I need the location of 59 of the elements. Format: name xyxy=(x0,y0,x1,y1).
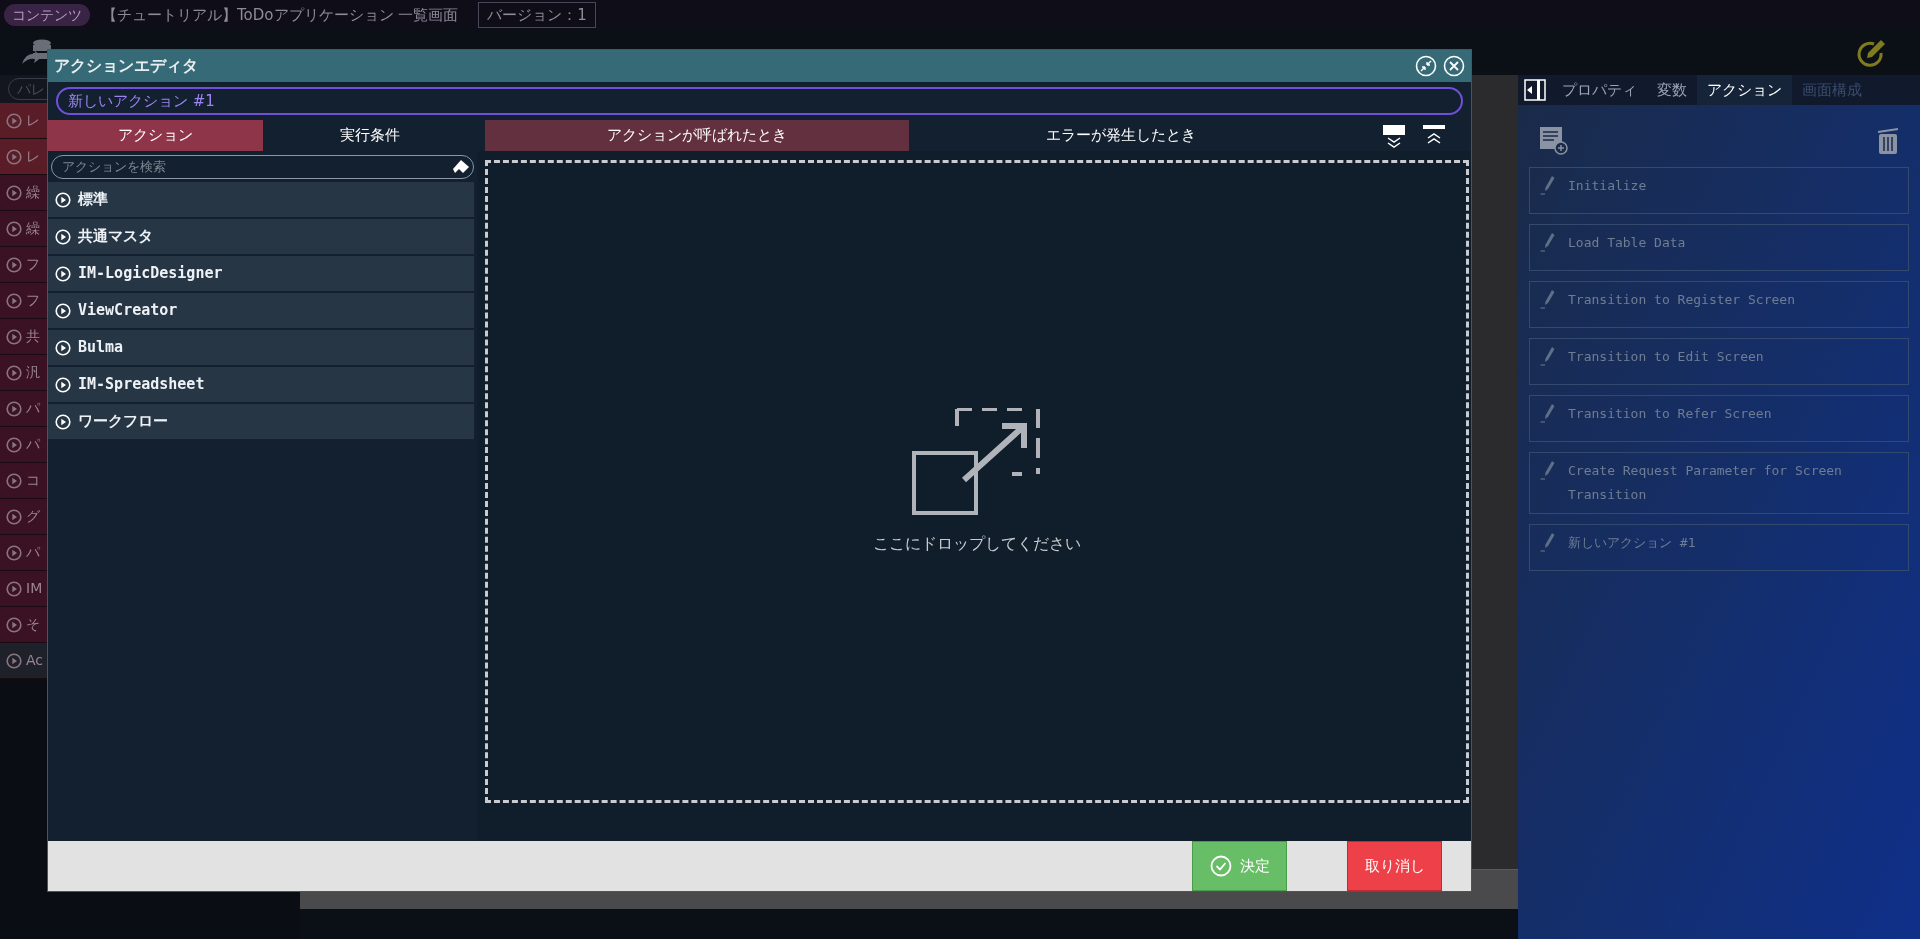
version-label: バージョン：1 xyxy=(478,2,596,28)
category-item[interactable]: ViewCreator xyxy=(48,293,474,328)
panel-tab[interactable]: 変数 xyxy=(1647,75,1697,105)
play-icon xyxy=(6,112,22,129)
play-icon xyxy=(6,436,22,453)
play-icon xyxy=(6,508,22,525)
panel-toggle-icon[interactable] xyxy=(1524,79,1546,101)
drop-zone[interactable]: ここにドロップしてください xyxy=(485,160,1469,803)
pencil-icon xyxy=(1540,459,1556,481)
category-item[interactable]: 共通マスタ xyxy=(48,219,474,254)
editor-tab[interactable]: アクション xyxy=(48,120,263,151)
check-icon xyxy=(1209,855,1232,877)
play-icon xyxy=(6,580,22,597)
category-item[interactable]: IM-LogicDesigner xyxy=(48,256,474,291)
play-icon xyxy=(6,544,22,561)
panel-tab[interactable]: アクション xyxy=(1697,75,1792,105)
pencil-icon xyxy=(1540,531,1556,553)
category-item[interactable]: IM-Spreadsheet xyxy=(48,367,474,402)
trash-icon[interactable] xyxy=(1876,125,1900,155)
play-icon xyxy=(55,265,71,282)
panel-tab[interactable]: プロパティ xyxy=(1552,75,1647,105)
add-document-icon[interactable] xyxy=(1538,125,1568,155)
play-icon xyxy=(6,364,22,381)
trigger-tab[interactable]: アクションが呼ばれたとき xyxy=(485,120,909,151)
page-title: 【チュートリアル】ToDoアプリケーション 一覧画面 xyxy=(102,4,459,26)
play-icon xyxy=(6,328,22,345)
drop-hint: ここにドロップしてください xyxy=(873,532,1081,555)
play-icon xyxy=(6,400,22,417)
play-icon xyxy=(6,220,22,237)
pencil-icon xyxy=(1540,345,1556,367)
play-icon xyxy=(55,228,71,245)
pencil-icon xyxy=(1540,231,1556,253)
pencil-icon xyxy=(1540,174,1556,196)
dialog-title: アクションエディタ xyxy=(54,55,198,77)
play-icon xyxy=(6,148,22,165)
pencil-icon xyxy=(1540,402,1556,424)
play-icon xyxy=(6,256,22,273)
cancel-button[interactable]: 取り消し xyxy=(1347,841,1442,891)
play-icon xyxy=(6,184,22,201)
expand-all-icon[interactable] xyxy=(1383,123,1405,148)
play-icon xyxy=(55,339,71,356)
content-tag: コンテンツ xyxy=(4,4,90,26)
play-icon xyxy=(6,292,22,309)
category-item[interactable]: Bulma xyxy=(48,330,474,365)
play-icon xyxy=(6,652,22,669)
play-icon xyxy=(55,376,71,393)
play-icon xyxy=(55,191,71,208)
pencil-icon xyxy=(1540,288,1556,310)
eraser-icon[interactable] xyxy=(452,159,470,175)
play-icon xyxy=(6,472,22,489)
category-item[interactable]: 標準 xyxy=(48,182,474,217)
play-icon xyxy=(6,616,22,633)
play-icon xyxy=(55,302,71,319)
category-item[interactable]: ワークフロー xyxy=(48,404,474,439)
close-icon[interactable] xyxy=(1443,55,1465,77)
action-name-field[interactable]: 新しいアクション #1 xyxy=(56,87,1463,115)
play-icon xyxy=(55,413,71,430)
drop-icon xyxy=(912,407,1042,516)
minimize-icon[interactable] xyxy=(1415,55,1437,77)
